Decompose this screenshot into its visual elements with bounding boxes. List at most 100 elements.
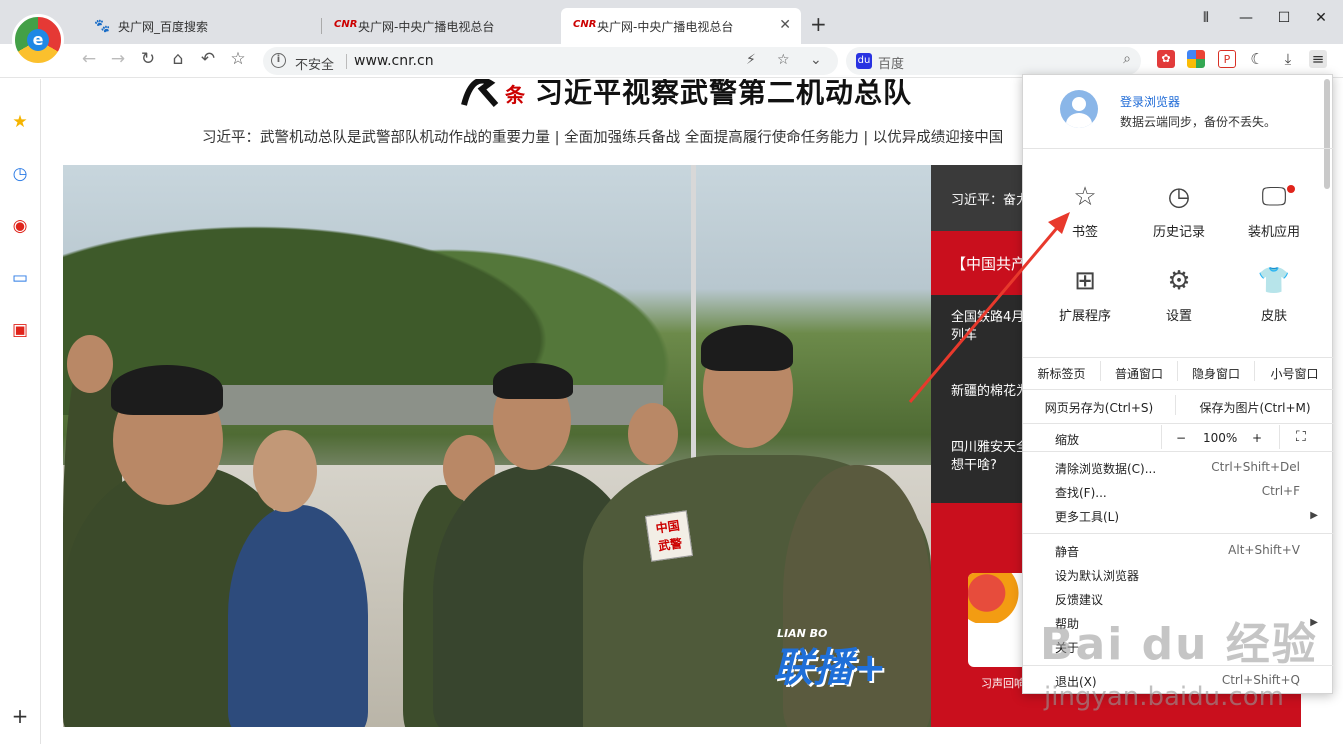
- figure-head: [253, 430, 317, 512]
- install-apps-button[interactable]: 🖵 装机应用: [1229, 179, 1319, 249]
- divider: [1023, 451, 1334, 452]
- divider: [346, 54, 347, 69]
- favorite-star-icon[interactable]: ☆: [227, 49, 249, 69]
- close-tab-icon[interactable]: ✕: [779, 17, 791, 33]
- page-subline[interactable]: 习近平：武警机动总队是武警部队机动作战的重要力量 | 全面加强练兵备战 全面提高…: [202, 126, 1003, 147]
- download-icon[interactable]: ⤓: [1279, 50, 1297, 68]
- pdf-side-icon[interactable]: ▣: [10, 320, 30, 340]
- login-link[interactable]: 登录浏览器: [1120, 93, 1180, 110]
- search-box[interactable]: du 百度 ⌕: [846, 47, 1141, 75]
- menu-hamburger-icon[interactable]: ≡: [1309, 50, 1327, 68]
- divider: [1023, 148, 1334, 149]
- apps-grid-icon[interactable]: [1187, 50, 1205, 68]
- shortcut: Ctrl+Shift+Del: [1211, 460, 1300, 474]
- more-tools-item[interactable]: 更多工具(L): [1055, 508, 1119, 525]
- new-tab-button[interactable]: +: [810, 12, 827, 36]
- forward-icon[interactable]: →: [107, 49, 129, 69]
- history-clock-icon[interactable]: ◷: [10, 164, 30, 184]
- back-icon[interactable]: ←: [78, 49, 100, 69]
- news-item[interactable]: 四川雅安天全: [951, 439, 1029, 457]
- xishenghuixiang-card[interactable]: [968, 573, 1030, 667]
- small-window-item[interactable]: 小号窗口: [1255, 365, 1334, 387]
- reload-icon[interactable]: ↻: [137, 49, 159, 69]
- normal-window-item[interactable]: 普通窗口: [1101, 365, 1177, 387]
- extensions-button[interactable]: ⊞ 扩展程序: [1040, 263, 1130, 333]
- news-item[interactable]: 想干啥?: [951, 457, 997, 475]
- mute-item[interactable]: 静音: [1055, 543, 1079, 560]
- settings-button[interactable]: ⚙ 设置: [1134, 263, 1224, 333]
- card-label[interactable]: 习声回响: [981, 675, 1025, 691]
- tab-baidu-search[interactable]: 🐾 央广网_百度搜索: [82, 8, 322, 44]
- minimize-button[interactable]: —: [1236, 10, 1256, 26]
- headline-badge: 条: [505, 83, 525, 107]
- news-item[interactable]: 全国铁路4月: [951, 309, 1024, 327]
- fullscreen-icon[interactable]: ⛶: [1296, 429, 1306, 445]
- save-image-item[interactable]: 保存为图片(Ctrl+M): [1176, 399, 1334, 421]
- news-item[interactable]: 列车: [951, 327, 977, 345]
- page-headline[interactable]: 习近平视察武警第二机动总队: [535, 79, 912, 111]
- find-item[interactable]: 查找(F)...: [1055, 484, 1107, 501]
- skins-button[interactable]: 👕 皮肤: [1229, 263, 1319, 333]
- incognito-window-item[interactable]: 隐身窗口: [1178, 365, 1254, 387]
- search-placeholder: 百度: [878, 57, 905, 72]
- bookmarks-button[interactable]: ☆ 书签: [1040, 179, 1130, 249]
- lianbo-text: 联播+: [773, 645, 887, 691]
- tab-cnr-active[interactable]: CNR 央广网-中央广播电视总台 ✕: [561, 8, 801, 44]
- tshirt-icon: 👕: [1257, 266, 1291, 296]
- cnr-favicon-icon: CNR: [573, 19, 597, 30]
- cnr-favicon-icon: CNR: [334, 19, 358, 30]
- shortcut: Alt+Shift+V: [1228, 543, 1300, 557]
- weibo-extension-icon[interactable]: ✿: [1157, 50, 1175, 68]
- close-window-button[interactable]: ✕: [1311, 10, 1331, 26]
- url-text[interactable]: www.cnr.cn: [354, 53, 434, 69]
- maximize-button[interactable]: ☐: [1274, 10, 1294, 26]
- zoom-in-button[interactable]: +: [1252, 431, 1262, 445]
- baidu-icon: du: [856, 53, 872, 69]
- shortcut: Ctrl+F: [1261, 484, 1300, 498]
- figure-hair: [701, 325, 793, 371]
- feedback-item[interactable]: 反馈建议: [1055, 591, 1103, 608]
- undo-close-icon[interactable]: ↶: [197, 49, 219, 69]
- sidebar: ★ ◷ ◉ ▭ ▣ +: [0, 79, 41, 744]
- set-default-item[interactable]: 设为默认浏览器: [1055, 567, 1139, 584]
- weibo-icon[interactable]: ◉: [10, 216, 30, 236]
- bookmark-star-icon[interactable]: ☆: [777, 52, 790, 68]
- grid-label: 书签: [1071, 225, 1098, 240]
- save-page-item[interactable]: 网页另存为(Ctrl+S): [1023, 399, 1175, 421]
- new-tab-item[interactable]: 新标签页: [1023, 365, 1100, 387]
- tab-cnr-1[interactable]: CNR 央广网-中央广播电视总台: [322, 8, 560, 44]
- pdf-icon[interactable]: P: [1218, 50, 1236, 68]
- light-pole: [691, 165, 696, 505]
- notification-dot: [1287, 185, 1295, 193]
- favorites-star-icon[interactable]: ★: [10, 112, 30, 132]
- divider: [1023, 357, 1334, 358]
- history-button[interactable]: ◷ 历史记录: [1134, 179, 1224, 249]
- news-photo[interactable]: 中国 武警 LIAN BO 联播+: [63, 165, 931, 727]
- home-icon[interactable]: ⌂: [167, 49, 189, 69]
- tab-list-icon[interactable]: ⫴: [1196, 10, 1216, 26]
- news-item[interactable]: 新疆的棉花为: [951, 383, 1029, 401]
- add-sidebar-icon[interactable]: +: [10, 706, 30, 726]
- baidu-jingyan-watermark: Bai du 经验: [1040, 619, 1318, 670]
- moon-icon[interactable]: ☾: [1248, 50, 1266, 68]
- grid-label: 历史记录: [1152, 225, 1205, 240]
- menu-scrollbar[interactable]: [1324, 79, 1330, 189]
- lianbo-watermark: LIAN BO 联播+: [773, 627, 887, 693]
- info-icon[interactable]: i: [271, 53, 286, 68]
- avatar[interactable]: [1060, 90, 1098, 128]
- history-icon: ◷: [1167, 182, 1191, 212]
- tab-title: 央广网_百度搜索: [118, 19, 209, 34]
- window-icon[interactable]: ▭: [10, 268, 30, 288]
- zoom-out-button[interactable]: −: [1176, 431, 1186, 445]
- lightning-icon[interactable]: ⚡: [746, 52, 756, 68]
- news-text: 习近平：奋力: [951, 193, 1030, 208]
- clear-data-item[interactable]: 清除浏览数据(C)...: [1055, 460, 1156, 477]
- news-text: 【中国共产: [951, 255, 1027, 273]
- search-icon[interactable]: ⌕: [1123, 51, 1131, 67]
- monitor-icon: 🖵: [1261, 182, 1287, 212]
- security-label[interactable]: 不安全: [295, 54, 334, 73]
- divider: [1023, 533, 1334, 534]
- chevron-down-icon[interactable]: ⌄: [810, 52, 822, 68]
- address-bar[interactable]: i 不安全 www.cnr.cn ⚡ ☆ ⌄: [263, 47, 838, 75]
- uniform-patch: 中国 武警: [645, 510, 693, 562]
